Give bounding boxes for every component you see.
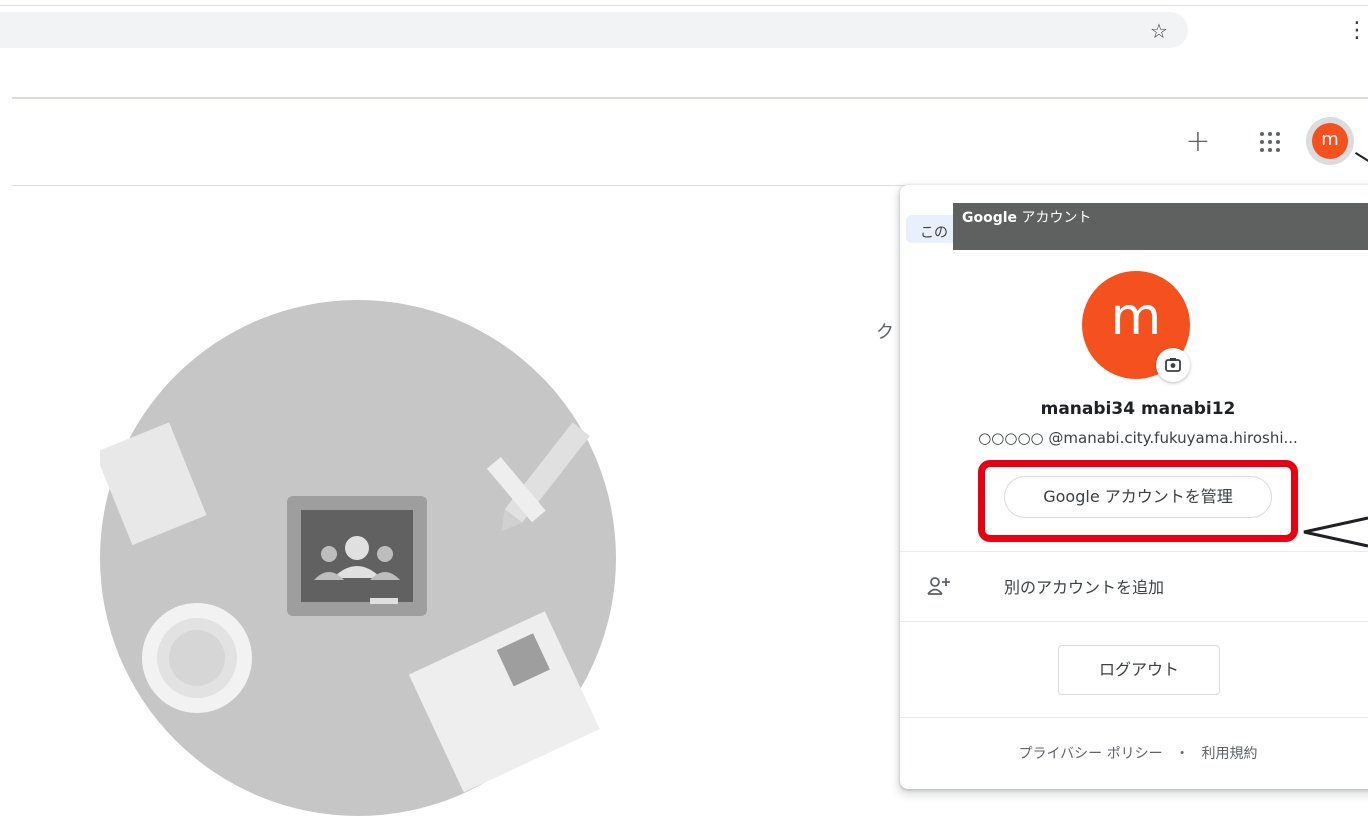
change-photo-button[interactable]	[1156, 348, 1190, 382]
chrome-divider	[12, 97, 1368, 99]
popup-footer: プライバシー ポリシー ・ 利用規約	[900, 743, 1368, 763]
add-account-item[interactable]: 別のアカウントを追加	[900, 552, 1368, 620]
browser-top-border	[0, 5, 1368, 6]
apps-grid-icon[interactable]	[1254, 126, 1286, 158]
divider	[900, 717, 1368, 718]
account-avatar-button[interactable]: m	[1312, 123, 1348, 159]
browser-menu-icon[interactable]: ⋮	[1346, 16, 1368, 46]
annotation-pointer-arrow	[1303, 516, 1368, 548]
header-divider	[12, 185, 912, 186]
classroom-illustration	[100, 300, 616, 816]
annotation-highlight-box	[978, 460, 1298, 542]
person-add-icon	[927, 577, 950, 595]
tooltip-text: Google アカウント	[962, 207, 1092, 227]
account-popup: この m manabi34 manabi12 ○○○○○ @manabi.cit…	[900, 185, 1368, 789]
create-plus-icon[interactable]: +	[1180, 124, 1216, 160]
terms-link[interactable]: 利用規約	[1202, 743, 1258, 763]
annotation-pointer-line	[1354, 152, 1368, 170]
account-name: manabi34 manabi12	[1040, 399, 1236, 419]
logout-button[interactable]: ログアウト	[1058, 645, 1220, 695]
footer-separator: ・	[1175, 746, 1190, 762]
camera-icon	[1165, 358, 1181, 372]
account-tooltip: Google アカウント	[953, 203, 1368, 250]
address-bar[interactable]	[0, 12, 1188, 48]
tooltip-label: アカウント	[1017, 210, 1092, 226]
divider	[900, 621, 1368, 622]
add-account-label: 別のアカウントを追加	[1004, 578, 1165, 597]
privacy-policy-link[interactable]: プライバシー ポリシー	[1018, 743, 1162, 763]
bookmark-star-icon[interactable]: ☆	[1146, 18, 1172, 44]
tooltip-brand: Google	[962, 210, 1018, 226]
partial-page-text: ク	[876, 322, 894, 343]
account-email: ○○○○○ @manabi.city.fukuyama.hiroshi...	[978, 429, 1298, 447]
